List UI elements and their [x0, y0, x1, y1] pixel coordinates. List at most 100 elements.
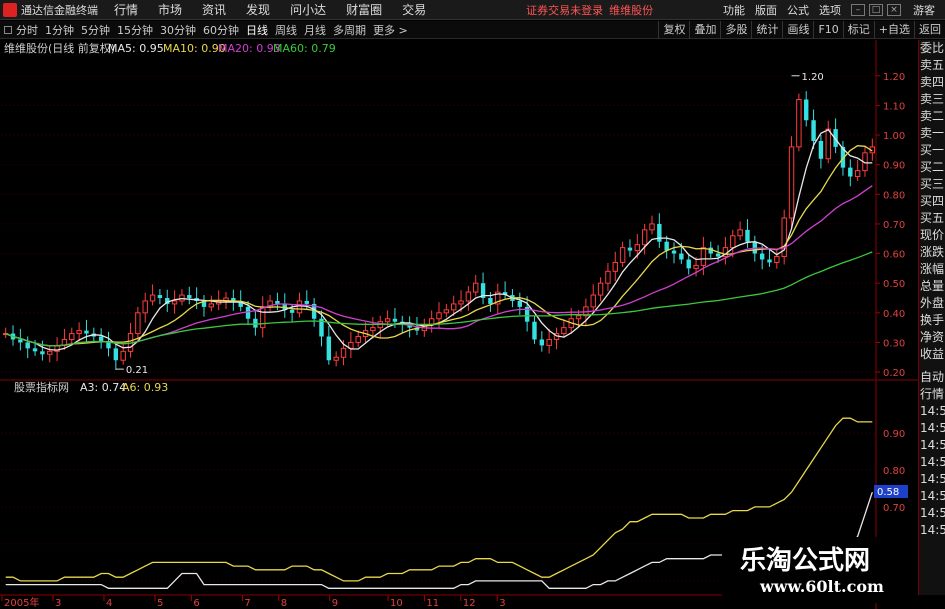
candle-body-up: [796, 98, 802, 148]
candle-body-down: [539, 339, 545, 346]
close-icon[interactable]: ×: [887, 4, 901, 16]
candle-body-down: [671, 250, 677, 254]
candle-body-up: [450, 303, 457, 311]
tool-overlay[interactable]: 叠加: [689, 21, 720, 39]
watermark-url: www.60lt.com: [760, 577, 884, 596]
candle-body-up: [370, 327, 376, 332]
period-tick[interactable]: 分时: [16, 22, 38, 38]
candle-body-up: [634, 244, 641, 252]
quote-label: 现价: [920, 228, 945, 242]
annotation-label: 1.20: [802, 72, 824, 83]
candle-body-up: [597, 282, 604, 296]
watermark-title: 乐淘公式网: [740, 546, 871, 576]
quote-label: 委比: [920, 41, 945, 55]
minimize-icon[interactable]: –: [851, 4, 865, 16]
price-tick-label: 0.60: [883, 250, 905, 261]
tick-list-label: 行情: [920, 387, 945, 401]
time-tick-label: 4: [106, 598, 112, 609]
quote-label: 买一: [920, 143, 945, 157]
period-15min[interactable]: 15分钟: [117, 22, 153, 38]
candle-body-down: [745, 229, 750, 242]
tool-add-watchlist[interactable]: +自选: [873, 21, 914, 39]
price-tick-label: 0.40: [883, 309, 905, 320]
login-notice[interactable]: 证券交易未登录: [526, 2, 603, 18]
candle-body-up: [546, 338, 552, 346]
candle-body-down: [289, 309, 295, 313]
candle-body-up: [693, 264, 699, 269]
menu-item-news[interactable]: 资讯: [202, 1, 226, 18]
menu-options[interactable]: 选项: [819, 2, 841, 18]
ma5-label: MA5: 0.95: [108, 42, 164, 55]
candle-body-up: [69, 333, 75, 340]
price-tick-label: 1.10: [883, 101, 905, 112]
tool-statistics[interactable]: 统计: [751, 21, 782, 39]
menu-item-exchange[interactable]: 市场: [158, 1, 182, 18]
candle-body-up: [641, 229, 648, 246]
candle-body-up: [47, 350, 53, 355]
period-day[interactable]: 日线: [246, 22, 268, 38]
user-label[interactable]: 游客: [913, 2, 935, 18]
period-more[interactable]: 更多 >: [373, 22, 408, 38]
quote-label: 卖四: [920, 75, 945, 89]
quote-label: 涨跌: [920, 245, 945, 259]
candle-body-up: [561, 327, 567, 335]
tool-mark[interactable]: 标记: [842, 21, 874, 39]
candle-body-up: [76, 330, 82, 335]
tool-restore-rights[interactable]: 复权: [658, 21, 689, 39]
menu-item-market[interactable]: 行情: [114, 1, 138, 18]
candle-body-down: [818, 140, 824, 159]
tick-time: 14:55: [920, 421, 945, 435]
price-tick-label: 1.00: [883, 131, 905, 142]
candle-body-up: [260, 306, 266, 329]
candle-body-up: [333, 356, 339, 361]
candle-body-up: [135, 312, 141, 335]
candle-body-up: [149, 294, 156, 302]
period-multi[interactable]: 多周期: [333, 22, 366, 38]
period-week[interactable]: 周线: [275, 22, 297, 38]
period-month[interactable]: 月线: [304, 22, 326, 38]
candle-body-up: [700, 247, 707, 266]
menu-item-trade[interactable]: 交易: [402, 1, 426, 18]
auto-quote-toggle[interactable]: 自动: [919, 369, 945, 386]
period-5min[interactable]: 5分钟: [81, 22, 110, 38]
price-tick-label: 0.30: [883, 338, 905, 349]
time-tick-label: 11: [426, 598, 439, 609]
candle-body-up: [443, 309, 450, 314]
checkbox-icon[interactable]: [4, 25, 12, 34]
period-toolbar: 分时 1分钟 5分钟 15分钟 30分钟 60分钟 日线 周线 月线 多周期 更…: [0, 21, 945, 39]
candle-body-up: [458, 300, 464, 305]
candle-body-down: [767, 259, 772, 263]
candle-body-up: [171, 300, 178, 305]
menu-item-ask[interactable]: 问小达: [290, 1, 326, 18]
current-value-text: 0.58: [877, 487, 899, 498]
ma60-label: MA60: 0.79: [273, 42, 336, 55]
tool-multi-stock[interactable]: 多股: [720, 21, 751, 39]
period-1min[interactable]: 1分钟: [45, 22, 74, 38]
price-tick-label: 0.80: [883, 190, 905, 201]
period-60min[interactable]: 60分钟: [203, 22, 239, 38]
indicator-tick-label: 0.90: [883, 429, 905, 440]
candle-body-down: [253, 318, 258, 328]
tool-draw-line[interactable]: 画线: [782, 21, 813, 39]
quote-label: 买三: [920, 177, 945, 191]
menu-layout[interactable]: 版面: [755, 2, 777, 18]
annotation-label: 0.21: [126, 365, 148, 376]
menu-function[interactable]: 功能: [723, 2, 745, 18]
kline-chart[interactable]: 0.20 0.30 0.40 0.50 0.60 0.70 0.80 0.90 1.00 1.10…: [0, 40, 918, 609]
tool-f10[interactable]: F10: [813, 21, 842, 39]
tool-back[interactable]: 返回: [914, 21, 945, 39]
period-30min[interactable]: 30分钟: [160, 22, 196, 38]
candle-body-down: [245, 306, 251, 319]
quote-label: 外盘: [920, 296, 945, 310]
tick-time: 14:56: [920, 489, 945, 503]
menu-item-discover[interactable]: 发现: [246, 1, 270, 18]
candle-body-up: [737, 229, 743, 237]
menu-formula[interactable]: 公式: [787, 2, 809, 18]
candle-body-down: [811, 120, 816, 141]
candle-body-down: [804, 99, 809, 121]
maximize-icon[interactable]: □: [869, 4, 883, 16]
menu-item-wealth[interactable]: 财富圈: [346, 1, 382, 18]
quote-label: 卖五: [920, 58, 945, 72]
candle-body-up: [142, 300, 148, 314]
candle-body-down: [657, 223, 662, 242]
